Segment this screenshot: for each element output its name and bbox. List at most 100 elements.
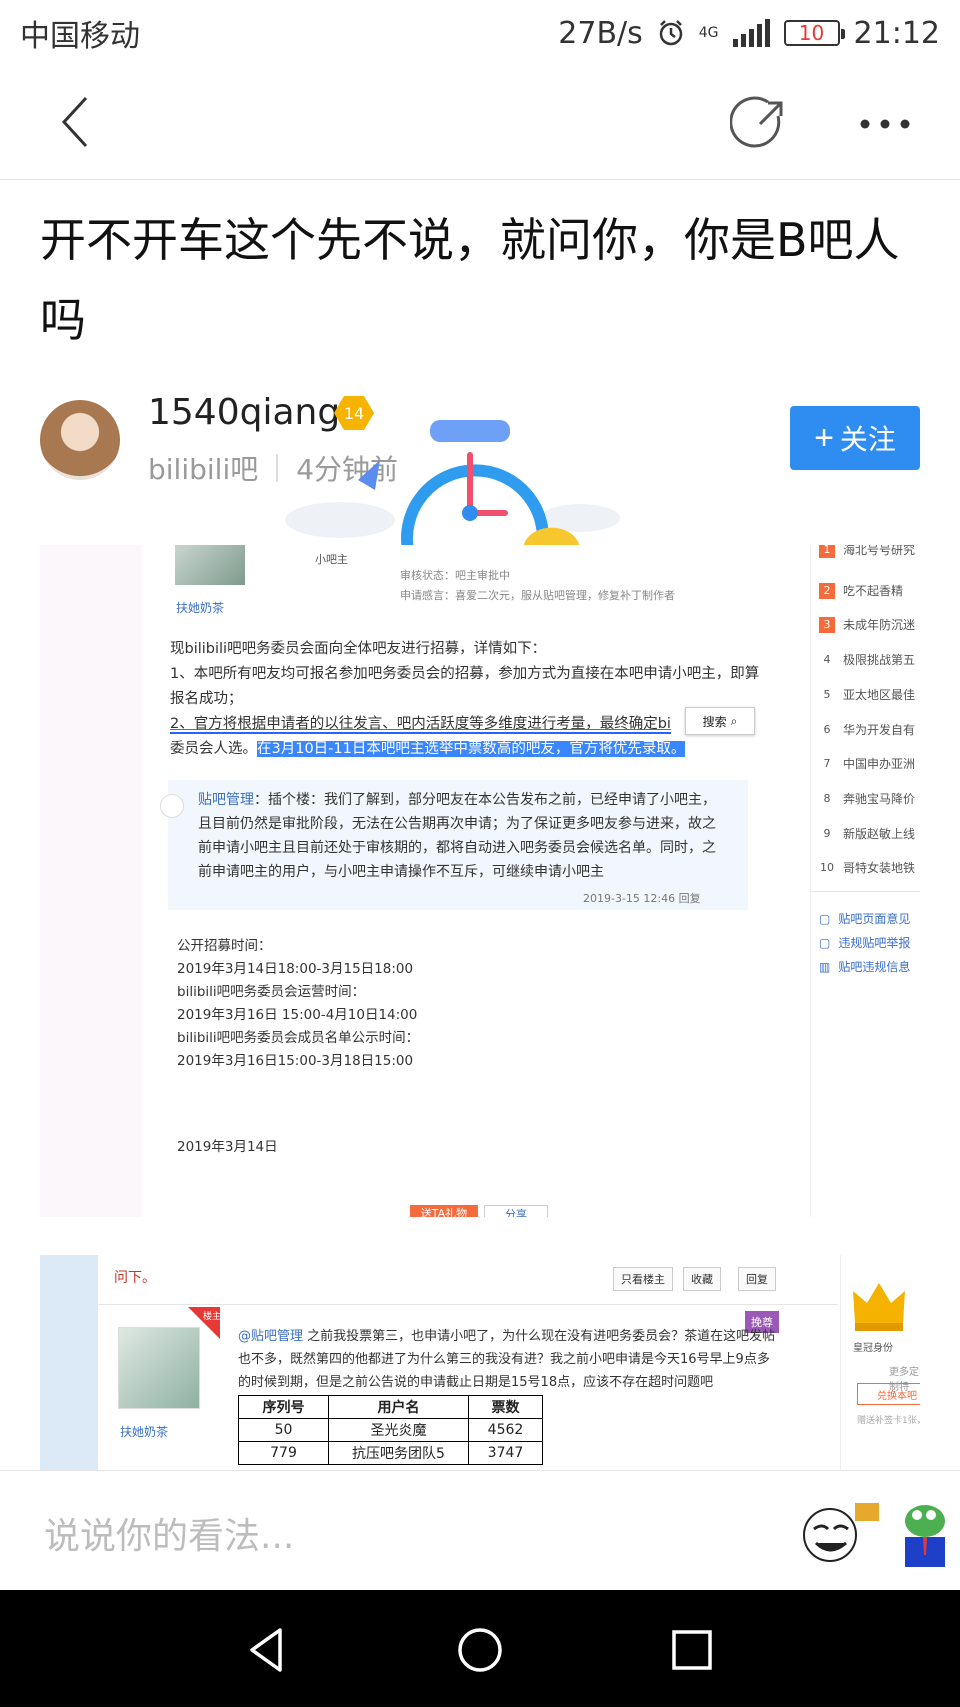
rank-text: 新版赵敏上线 <box>843 827 916 841</box>
rank-text: 极限挑战第五 <box>843 653 916 667</box>
table-row: 779 抗压吧务团队5 3747 <box>238 1441 543 1465</box>
image2-title-fragment: 问下。 <box>114 1270 156 1286</box>
rank-num: 6 <box>823 723 831 736</box>
rank-num: 10 <box>820 861 834 874</box>
rank-item: 6 华为开发自有 <box>819 721 916 738</box>
image2-favorite-button: 收藏 <box>683 1267 721 1291</box>
frog-icon[interactable] <box>895 1499 953 1569</box>
image1-date: 2019年3月14日 <box>177 1139 278 1155</box>
image1-share-button: 分享 <box>484 1205 548 1217</box>
avatar[interactable] <box>40 400 120 480</box>
doc-icon: ▢ <box>819 935 831 950</box>
table-header-row: 序列号 用户名 票数 <box>238 1395 543 1419</box>
alarm-icon <box>659 20 683 46</box>
follow-button[interactable]: + 关注 <box>790 406 920 470</box>
image1-reply-avatar <box>160 794 184 818</box>
sidebar-divider <box>811 891 920 892</box>
follow-label: 关注 <box>839 424 896 455</box>
image2-right-panel: 皇冠身份 更多定制特 兑换本吧 赠送补签卡1张，获得 <box>840 1255 920 1470</box>
schedule-line: 公开招募时间： <box>177 938 272 954</box>
comment-bar: 说说你的看法... <box>0 1470 960 1590</box>
schedule-line: 2019年3月16日 15:00-4月10日14:00 <box>177 1007 418 1023</box>
comment-input[interactable]: 说说你的看法... <box>44 1507 294 1559</box>
rank-text: 海北号号研究 <box>843 545 916 557</box>
table-row: 50 圣光炎魔 4562 <box>238 1418 543 1442</box>
image1-left-margin <box>40 545 142 1217</box>
sidebar-link-text: 违规贴吧举报 <box>838 936 911 950</box>
crown-label: 皇冠身份 <box>853 1343 893 1354</box>
rank-text: 奔驰宝马降价 <box>843 792 916 806</box>
image2-reply-button: 回复 <box>738 1267 776 1291</box>
rank-text: 吃不起香精 <box>843 584 904 598</box>
vote-table: 序列号 用户名 票数 50 圣光炎魔 4562 779 抗压吧务团队5 3747 <box>238 1395 543 1465</box>
table-header: 用户名 <box>328 1395 469 1419</box>
image1-schedule: 公开招募时间： 2019年3月14日18:00-3月15日18:00 bilib… <box>177 935 419 1073</box>
image2-op-tag: 楼主 <box>203 1312 222 1322</box>
image2-left-margin <box>40 1255 98 1470</box>
rank-text: 哥特女装地铁 <box>843 861 916 875</box>
image2-post-text: @贴吧管理 之前我投票第三，也申请小吧了，为什么现在没有进吧务委员会？茶道在这吧… <box>238 1325 778 1394</box>
top-nav-bar <box>0 66 960 180</box>
battery-level: 10 <box>798 21 825 45</box>
plus-icon: + <box>814 419 834 457</box>
side-note: 赠送补签卡1张，获得 <box>857 1416 920 1426</box>
nav-recent-square-icon[interactable] <box>664 1622 720 1678</box>
back-chevron-icon[interactable] <box>50 92 110 152</box>
post-image-2[interactable]: 问下。 只看楼主 收藏 回复 楼主 扶她奶茶 挽尊 @贴吧管理 之前我投票第三，… <box>40 1255 920 1470</box>
image2-body: 之前我投票第三，也申请小吧了，为什么现在没有进吧务委员会？茶道在这吧发帖也不多，… <box>238 1329 776 1390</box>
table-cell: 4562 <box>468 1418 543 1442</box>
table-header: 票数 <box>468 1395 543 1419</box>
rank-text: 亚太地区最佳 <box>843 688 916 702</box>
rank-item: 4 极限挑战第五 <box>819 651 916 668</box>
rank-num: 3 <box>819 616 835 633</box>
rank-item: 7 中国申办亚洲 <box>819 755 916 772</box>
meme-face-icon[interactable] <box>800 1499 882 1565</box>
sidebar-link: ▥ 贴吧违规信息 <box>819 958 910 975</box>
image1-gift-button: 送TA礼物 <box>410 1205 478 1217</box>
schedule-line: 2019年3月14日18:00-3月15日18:00 <box>177 961 414 977</box>
image1-rule2: 2、官方将根据申请者的以往发言、吧内活跃度等多维度进行考量，最终确定bi 委员会… <box>170 712 770 762</box>
share-icon[interactable] <box>730 94 790 154</box>
more-dots-icon[interactable] <box>855 94 915 154</box>
image1-rule2-highlight: 在3月10日-11日本吧吧主选举中票数高的吧友，官方将优先录取。 <box>257 741 686 757</box>
image1-reply-meta: 2019-3-15 12:46 回复 <box>583 890 701 906</box>
table-cell: 3747 <box>468 1441 543 1465</box>
trash-icon: ▥ <box>819 959 831 974</box>
image1-rule2-text: 2、官方将根据申请者的以往发言、吧内活跃度等多维度进行考量，最终确定bi <box>170 716 671 734</box>
rank-num: 9 <box>823 827 831 840</box>
image1-search-chip: 搜索 ⌕ <box>685 707 755 735</box>
carrier: 中国移动 <box>20 19 140 54</box>
crown-icon <box>853 1283 905 1331</box>
rank-item: 10 哥特女装地铁 <box>819 859 915 876</box>
image1-poster-avatar <box>175 545 245 585</box>
post-title: 开不开车这个先不说，就问你，你是B吧人吗 <box>40 213 900 347</box>
image1-reply-box: 贴吧管理：插个楼：我们了解到，部分吧友在本公告发布之前，已经申请了小吧主，且目前… <box>160 780 748 910</box>
rank-text: 中国申办亚洲 <box>843 757 916 771</box>
image2-mention: @贴吧管理 <box>238 1329 304 1344</box>
schedule-line: bilibili吧吧务委员会运营时间： <box>177 984 366 1000</box>
rank-item: 9 新版赵敏上线 <box>819 825 916 842</box>
image1-rule1: 1、本吧所有吧友均可报名参加吧务委员会的招募，参加方式为直接在本吧申请小吧主，即… <box>170 666 760 707</box>
image1-poster-name: 扶她奶茶 <box>176 601 225 615</box>
image1-search-label: 搜索 <box>702 714 727 729</box>
rank-text: 华为开发自有 <box>843 723 916 737</box>
meta-divider <box>276 454 279 482</box>
nav-home-circle-icon[interactable] <box>452 1622 508 1678</box>
table-header: 序列号 <box>238 1395 329 1419</box>
image1-reply-time: 2019-3-15 12:46 <box>583 892 676 905</box>
net-speed: 27B/s <box>558 15 643 51</box>
rank-item: 3 未成年防沉迷 <box>819 616 915 633</box>
post-image-1[interactable]: 扶她奶茶 小吧主 审核状态：吧主审批中 申请感言：喜爱二次元，服从贴吧管理，修复… <box>40 545 920 1217</box>
image1-rule2-tail: 委员会人选。 <box>170 741 257 757</box>
rank-item: 5 亚太地区最佳 <box>819 686 916 703</box>
image1-apply-reason: 申请感言：喜爱二次元，服从贴吧管理，修复补丁制作者 <box>400 589 675 602</box>
image2-poster-avatar <box>118 1327 200 1409</box>
image1-intro: 现bilibili吧吧务委员会面向全体吧友进行招募，详情如下： <box>170 641 547 657</box>
doc-icon: ▢ <box>819 911 831 926</box>
rank-num: 1 <box>819 545 835 558</box>
rank-num: 8 <box>823 792 831 805</box>
nav-back-triangle-icon[interactable] <box>240 1622 296 1678</box>
rank-item: 8 奔驰宝马降价 <box>819 790 916 807</box>
forum-name[interactable]: bilibili吧 <box>148 448 258 488</box>
rank-num: 7 <box>823 757 831 770</box>
